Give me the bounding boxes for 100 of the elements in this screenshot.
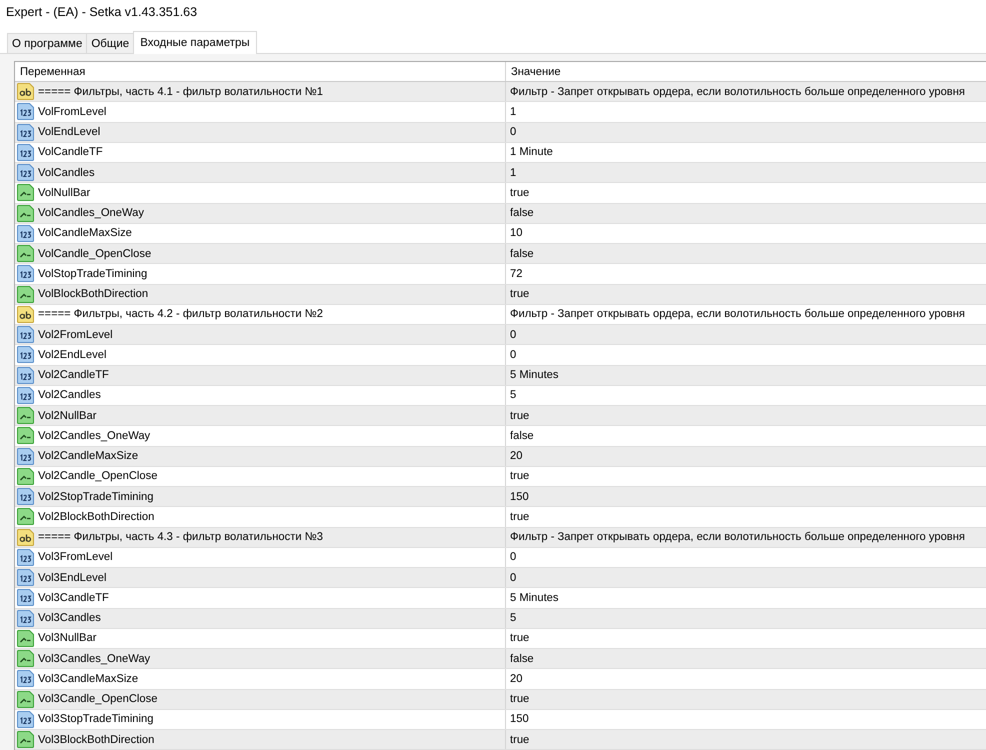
window-title: Expert - (EA) - Setka v1.43.351.63 bbox=[6, 5, 198, 19]
value-text: true bbox=[510, 693, 530, 706]
table-row[interactable]: Vol2Candles 5 bbox=[15, 386, 986, 406]
variable-name: Vol2Candles_OneWay bbox=[38, 430, 150, 442]
tick-tile-icon bbox=[17, 468, 34, 485]
table-row[interactable]: Vol3CandleMaxSize 20 bbox=[15, 669, 986, 690]
variable-name: VolNullBar bbox=[38, 186, 90, 199]
value-text: 0 bbox=[510, 328, 516, 341]
value-text: true bbox=[510, 186, 530, 199]
table-row[interactable]: Vol2BlockBothDirection true bbox=[15, 507, 986, 528]
table-row[interactable]: Vol2CandleTF 5 Minutes bbox=[15, 366, 986, 386]
digits-tile-icon bbox=[17, 488, 34, 506]
variable-name: Vol2StopTradeTimining bbox=[38, 490, 154, 503]
digits-tile-icon bbox=[17, 366, 34, 384]
value-text: 0 bbox=[510, 572, 516, 584]
value-text: 20 bbox=[510, 672, 522, 685]
table-row[interactable]: Vol2Candles_OneWay false bbox=[15, 426, 986, 446]
variable-name: Vol3BlockBothDirection bbox=[38, 734, 154, 746]
value-text: true bbox=[510, 410, 530, 422]
table-row[interactable]: VolStopTradeTimining 72 bbox=[15, 264, 986, 284]
table-row[interactable]: Vol2CandleMaxSize 20 bbox=[15, 446, 986, 467]
table-row[interactable]: Vol3Candles 5 bbox=[15, 608, 986, 629]
value-text: 10 bbox=[510, 227, 522, 240]
value-text: Фильтр - Запрет открывать ордера, если волотильность больше определенного уровня bbox=[510, 86, 965, 98]
value-text: true bbox=[510, 632, 530, 644]
variable-name: Vol2FromLevel bbox=[38, 328, 113, 341]
digits-tile-icon bbox=[17, 124, 34, 141]
table-row[interactable]: VolEndLevel 0 bbox=[15, 122, 986, 143]
variable-name: VolCandles bbox=[38, 166, 95, 179]
variable-name: Vol3Candles bbox=[38, 612, 101, 624]
table-row[interactable]: VolBlockBothDirection true bbox=[15, 284, 986, 305]
variable-name: ===== Фильтры, часть 4.1 - фильтр волатильности №1 bbox=[38, 86, 323, 98]
variable-name: VolCandles_OneWay bbox=[38, 207, 144, 220]
table-row[interactable]: Vol3StopTradeTimining 150 bbox=[15, 710, 986, 730]
value-text: 5 Minutes bbox=[510, 369, 559, 382]
digits-tile-icon bbox=[17, 710, 34, 728]
variable-name: Vol3EndLevel bbox=[38, 572, 106, 584]
value-text: true bbox=[510, 734, 530, 746]
value-text: false bbox=[510, 430, 534, 442]
table-row[interactable]: Vol3NullBar true bbox=[15, 628, 986, 649]
variable-name: VolStopTradeTimining bbox=[38, 268, 148, 280]
tab[interactable]: О программе bbox=[7, 33, 88, 53]
table-row[interactable]: VolFromLevel 1 bbox=[15, 102, 986, 122]
variable-name: Vol2CandleMaxSize bbox=[38, 450, 138, 462]
tick-tile-icon bbox=[17, 184, 34, 202]
digits-tile-icon bbox=[17, 224, 34, 242]
value-text: 5 bbox=[510, 389, 516, 402]
table-row[interactable]: Vol2Candle_OpenClose true bbox=[15, 466, 986, 487]
table-row[interactable]: VolCandles 1 bbox=[15, 163, 986, 184]
value-text: 0 bbox=[510, 126, 516, 138]
variable-name: Vol3NullBar bbox=[38, 632, 96, 644]
value-text: false bbox=[510, 248, 534, 260]
digits-tile-icon bbox=[17, 103, 34, 120]
table-row[interactable]: ===== Фильтры, часть 4.2 - фильтр волатильности №2 Фильтр - Запрет открывать ордера, если волотильность больше определенного уровня bbox=[15, 304, 986, 325]
table-row[interactable]: ===== Фильтры, часть 4.1 - фильтр волатильности №1 Фильтр - Запрет открывать ордера, если волотильность больше определенного уровня bbox=[15, 82, 986, 102]
table-row[interactable]: Vol3CandleTF 5 Minutes bbox=[15, 588, 986, 608]
digits-tile-icon bbox=[17, 326, 34, 344]
letters-tile-icon bbox=[17, 528, 34, 546]
column-header: Переменная bbox=[20, 66, 86, 78]
letters-tile-icon bbox=[17, 306, 34, 323]
table-row[interactable]: Vol2StopTradeTimining 150 bbox=[15, 487, 986, 508]
value-text: 0 bbox=[510, 348, 516, 361]
tick-tile-icon bbox=[17, 731, 34, 748]
variable-name: VolCandleTF bbox=[38, 146, 103, 158]
tick-tile-icon bbox=[17, 245, 34, 262]
table-row[interactable]: VolCandle_OpenClose false bbox=[15, 244, 986, 264]
variable-name: ===== Фильтры, часть 4.2 - фильтр волатильности №2 bbox=[38, 308, 323, 320]
table-row[interactable]: Vol3BlockBothDirection true bbox=[15, 730, 986, 750]
digits-tile-icon bbox=[17, 610, 34, 627]
tab[interactable]: Входные параметры bbox=[133, 31, 257, 54]
table-row[interactable]: VolNullBar true bbox=[15, 183, 986, 204]
value-text: 150 bbox=[510, 713, 529, 726]
variable-name: Vol3CandleTF bbox=[38, 592, 109, 604]
tick-tile-icon bbox=[17, 508, 34, 526]
table-row[interactable]: Vol3Candles_OneWay false bbox=[15, 649, 986, 670]
table-row[interactable]: Vol2EndLevel 0 bbox=[15, 345, 986, 366]
table-row[interactable]: VolCandles_OneWay false bbox=[15, 204, 986, 224]
table-row[interactable]: Vol2NullBar true bbox=[15, 406, 986, 426]
variable-name: Vol2EndLevel bbox=[38, 348, 106, 361]
table-row[interactable]: VolCandleTF 1 Minute bbox=[15, 142, 986, 163]
tick-tile-icon bbox=[17, 407, 34, 424]
value-text: true bbox=[510, 288, 530, 300]
table-row[interactable]: Vol3EndLevel 0 bbox=[15, 568, 986, 588]
table-row[interactable]: Vol3FromLevel 0 bbox=[15, 548, 986, 568]
digits-tile-icon bbox=[17, 589, 34, 606]
variable-name: Vol3CandleMaxSize bbox=[38, 672, 138, 685]
digits-tile-icon bbox=[17, 265, 34, 282]
table-row[interactable]: ===== Фильтры, часть 4.3 - фильтр волатильности №3 Фильтр - Запрет открывать ордера, если волотильность больше определенного уровня bbox=[15, 528, 986, 548]
variable-name: VolCandleMaxSize bbox=[38, 227, 132, 240]
variable-name: Vol3StopTradeTimining bbox=[38, 713, 154, 726]
variable-name: VolCandle_OpenClose bbox=[38, 248, 152, 260]
variable-name: Vol2NullBar bbox=[38, 410, 96, 422]
table-row[interactable]: Vol3Candle_OpenClose true bbox=[15, 690, 986, 710]
value-text: 72 bbox=[510, 268, 522, 280]
value-text: 20 bbox=[510, 450, 522, 462]
value-text: true bbox=[510, 510, 530, 523]
table-row[interactable]: VolCandleMaxSize 10 bbox=[15, 224, 986, 244]
tick-tile-icon bbox=[17, 427, 34, 444]
tab[interactable]: Общие bbox=[86, 33, 134, 53]
table-row[interactable]: Vol2FromLevel 0 bbox=[15, 325, 986, 346]
